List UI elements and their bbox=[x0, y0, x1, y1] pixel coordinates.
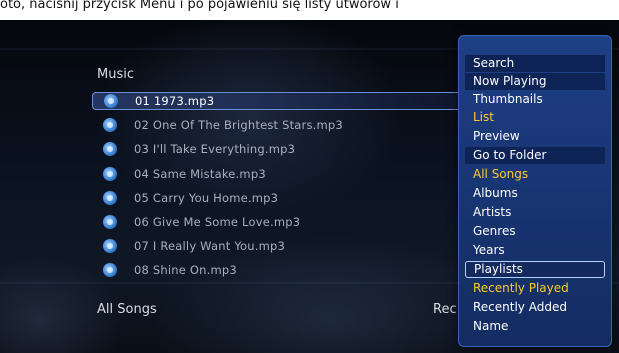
song-title: 05 Carry You Home.mp3 bbox=[134, 190, 279, 205]
options-menu: Search Now Playing Thumbnails List Previ… bbox=[458, 35, 612, 347]
media-player-screen: Music 01 1973.mp3 02 One Of The Brightes… bbox=[0, 20, 619, 353]
menu-item-years[interactable]: Years bbox=[465, 242, 605, 259]
song-title: 03 I'll Take Everything.mp3 bbox=[134, 142, 296, 157]
sort-label-partial: Rec bbox=[433, 302, 457, 317]
menu-item-preview[interactable]: Preview bbox=[465, 128, 605, 145]
song-title: 01 1973.mp3 bbox=[135, 94, 215, 108]
menu-item-genres[interactable]: Genres bbox=[465, 223, 605, 240]
song-row-2[interactable]: 02 One Of The Brightest Stars.mp3 bbox=[92, 116, 462, 134]
song-title: 07 I Really Want You.mp3 bbox=[134, 239, 286, 254]
music-file-icon bbox=[104, 94, 118, 108]
song-title: 06 Give Me Some Love.mp3 bbox=[134, 214, 301, 229]
menu-item-search[interactable]: Search bbox=[465, 55, 605, 72]
song-title: 04 Same Mistake.mp3 bbox=[134, 166, 266, 181]
menu-item-albums[interactable]: Albums bbox=[465, 185, 605, 202]
song-row-4[interactable]: 04 Same Mistake.mp3 bbox=[92, 165, 462, 183]
song-row-3[interactable]: 03 I'll Take Everything.mp3 bbox=[92, 140, 462, 158]
menu-item-list[interactable]: List bbox=[465, 109, 605, 126]
menu-item-now-playing[interactable]: Now Playing bbox=[465, 73, 605, 90]
song-title: 08 Shine On.mp3 bbox=[134, 263, 237, 278]
menu-item-thumbnails[interactable]: Thumbnails bbox=[465, 91, 605, 108]
menu-item-artists[interactable]: Artists bbox=[465, 204, 605, 221]
music-file-icon bbox=[103, 239, 117, 254]
music-file-icon bbox=[103, 263, 117, 278]
page-title: Music bbox=[97, 67, 134, 82]
menu-item-recently-played[interactable]: Recently Played bbox=[465, 280, 605, 297]
menu-item-go-to-folder[interactable]: Go to Folder bbox=[465, 147, 605, 164]
music-file-icon bbox=[103, 142, 117, 157]
menu-item-all-songs[interactable]: All Songs bbox=[465, 166, 605, 183]
music-file-icon bbox=[103, 190, 117, 205]
song-row-6[interactable]: 06 Give Me Some Love.mp3 bbox=[92, 213, 462, 231]
song-list: 01 1973.mp3 02 One Of The Brightest Star… bbox=[92, 92, 462, 286]
menu-item-playlists[interactable]: Playlists bbox=[465, 261, 605, 278]
menu-item-recently-added[interactable]: Recently Added bbox=[465, 299, 605, 316]
current-view-label: All Songs bbox=[97, 302, 157, 317]
song-row-5[interactable]: 05 Carry You Home.mp3 bbox=[92, 189, 462, 207]
song-title: 02 One Of The Brightest Stars.mp3 bbox=[134, 118, 343, 133]
page-caption: oto, naciśnij przycisk Menu i po pojawie… bbox=[0, 0, 399, 12]
music-file-icon bbox=[103, 166, 117, 181]
music-file-icon bbox=[103, 214, 117, 229]
song-row-8[interactable]: 08 Shine On.mp3 bbox=[92, 261, 462, 279]
song-row-7[interactable]: 07 I Really Want You.mp3 bbox=[92, 237, 462, 255]
song-row-1[interactable]: 01 1973.mp3 bbox=[92, 92, 462, 110]
music-file-icon bbox=[103, 118, 117, 133]
menu-item-name[interactable]: Name bbox=[465, 318, 605, 335]
